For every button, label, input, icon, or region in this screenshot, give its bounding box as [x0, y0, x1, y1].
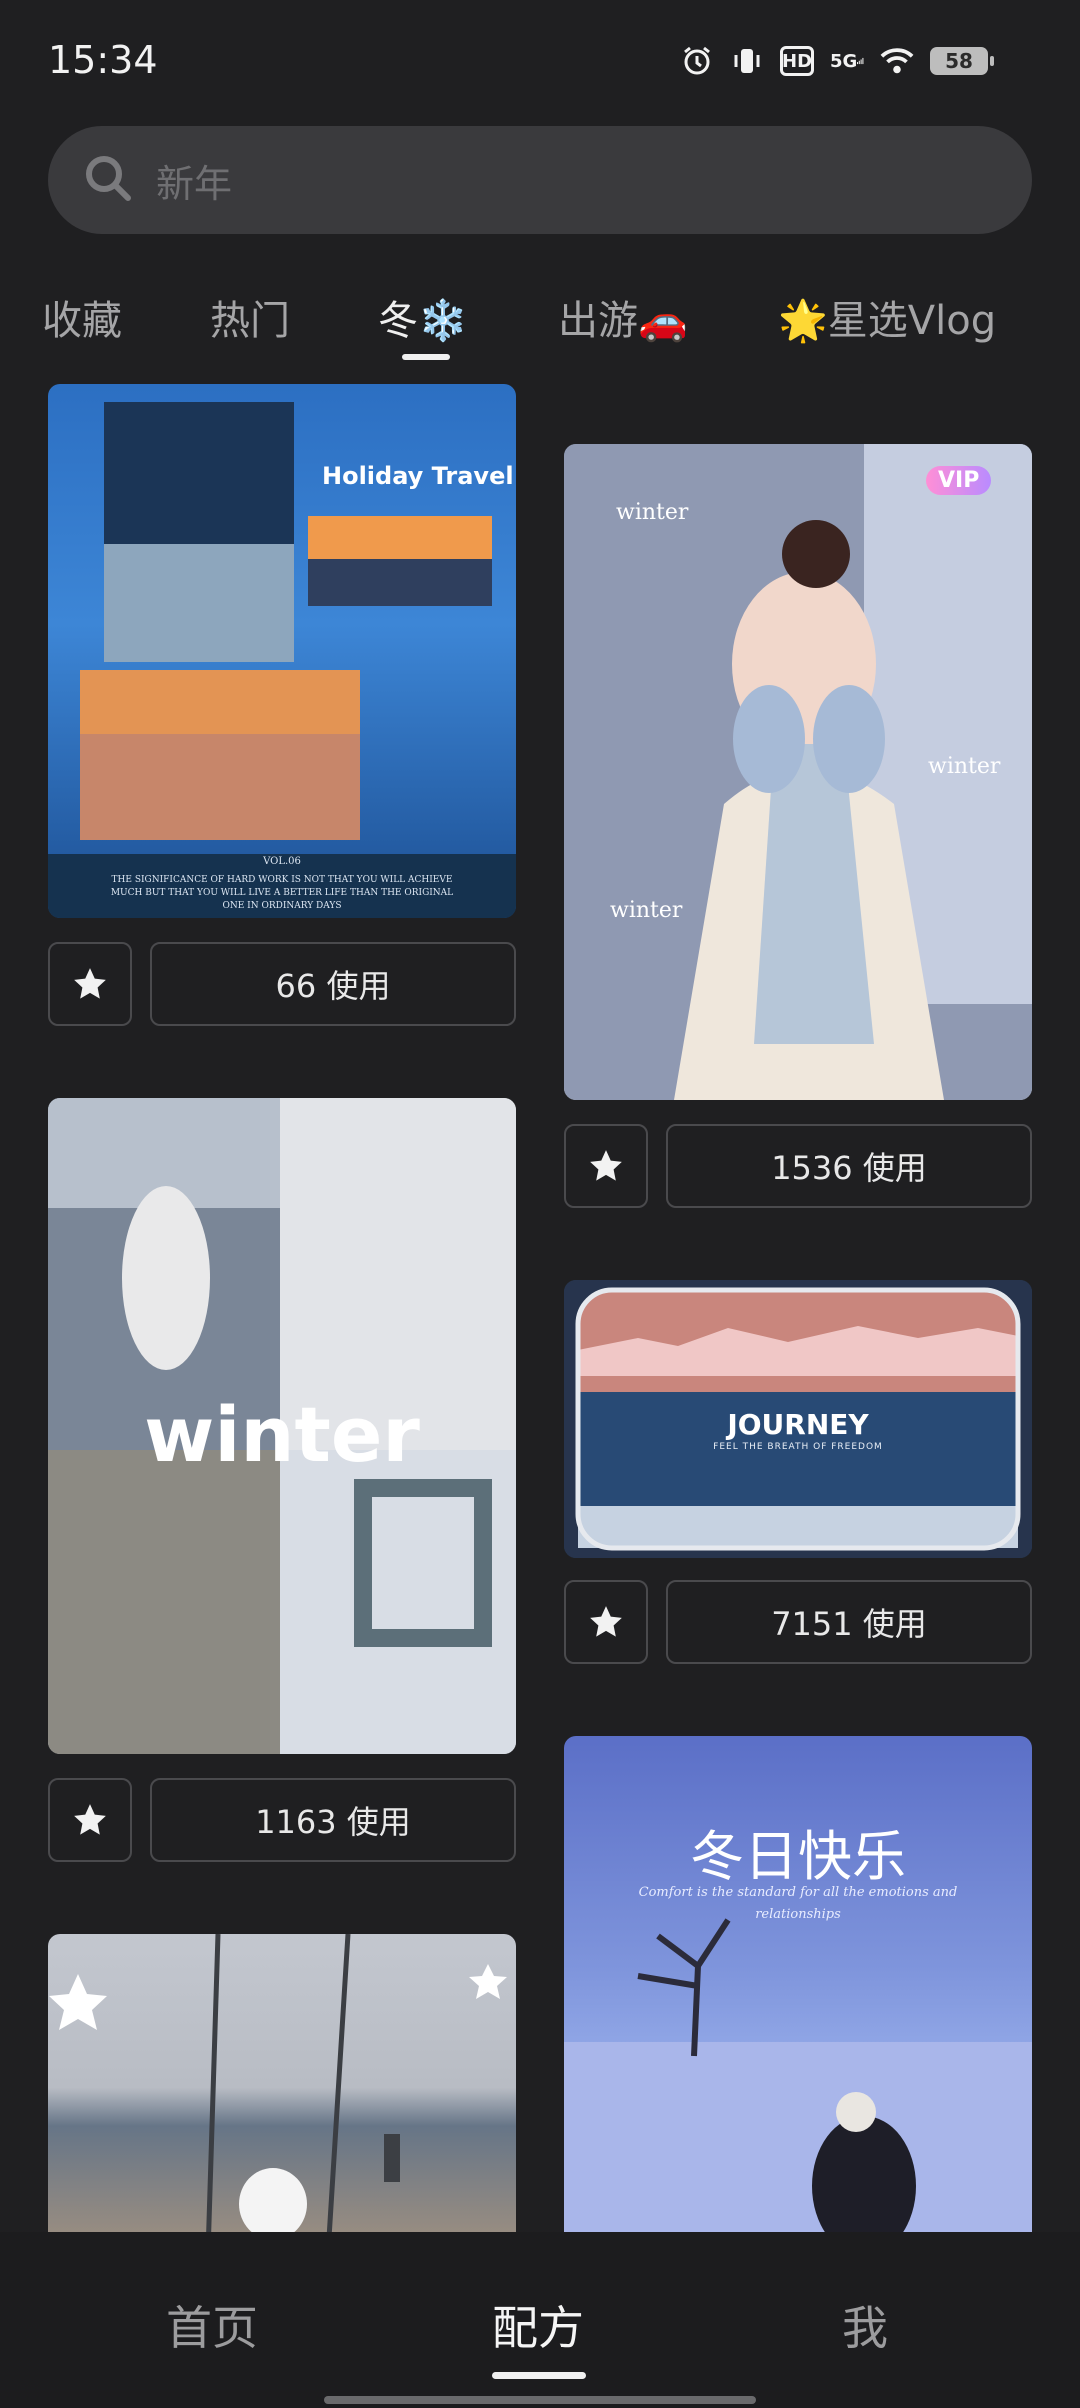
tab-favorites[interactable]: 收藏 — [42, 288, 122, 346]
status-icons: HD 5G 58 — [680, 44, 994, 78]
star-icon — [74, 968, 106, 999]
holiday-travel-overlay-quote: THE SIGNIFICANCE OF HARD WORK IS NOT THA… — [110, 875, 454, 911]
search-icon — [82, 152, 134, 208]
star-icon — [590, 1150, 622, 1181]
winter-collage-title: winter — [144, 1390, 420, 1479]
nav-home[interactable]: 首页 — [166, 2292, 258, 2358]
tab-featured-vlog[interactable]: 🌟星选Vlog — [778, 288, 996, 346]
active-tab-indicator — [402, 354, 450, 360]
star-icon — [590, 1606, 622, 1637]
journey-overlay-title: JOURNEY — [727, 1408, 869, 1441]
winter-joy-subtitle: Comfort is the standard for all the emot… — [638, 1885, 958, 1922]
template-feed: Holiday Travel VOL.06 THE SIGNIFICANCE O… — [0, 370, 1080, 2232]
template-card-winter-collage[interactable]: winter — [48, 1098, 516, 1754]
journey-overlay-subtitle: FEEL THE BREATH OF FREEDOM — [713, 1442, 883, 1452]
winter-joy-thumbnail — [564, 1918, 1032, 2232]
winter-overlay-text: winter — [928, 754, 1001, 779]
search-bar[interactable]: 新年 — [48, 126, 1032, 234]
favorite-button[interactable] — [564, 1124, 648, 1208]
home-indicator[interactable] — [324, 2396, 756, 2404]
hd-icon: HD — [780, 46, 814, 76]
use-template-button[interactable]: 66 使用 — [150, 942, 516, 1026]
winter-overlay-text: winter — [616, 500, 689, 525]
template-card-journey[interactable]: JOURNEY FEEL THE BREATH OF FREEDOM — [564, 1280, 1032, 1558]
use-template-button[interactable]: 7151 使用 — [666, 1580, 1032, 1664]
tab-popular[interactable]: 热门 — [210, 288, 290, 346]
holiday-travel-overlay-title: Holiday Travel — [322, 462, 514, 490]
template-card-winter-vip[interactable]: VIP winter winter winter — [564, 444, 1032, 1100]
favorite-button[interactable] — [48, 942, 132, 1026]
nav-me[interactable]: 我 — [842, 2292, 888, 2358]
category-tabs: 收藏 热门 冬❄️ 出游🚗 🌟星选Vlog — [0, 270, 1080, 366]
template-card-holiday-travel[interactable]: Holiday Travel VOL.06 THE SIGNIFICANCE O… — [48, 384, 516, 918]
status-bar: 15:34 HD 5G 58 — [0, 0, 1080, 120]
use-template-button[interactable]: 1163 使用 — [150, 1778, 516, 1862]
bottom-navigation: 首页 配方 我 — [0, 2232, 1080, 2408]
active-nav-indicator — [492, 2372, 586, 2379]
winter-joy-title: 冬日快乐 — [690, 1825, 906, 1888]
search-input[interactable]: 新年 — [156, 153, 232, 208]
beach-thumbnail — [49, 1934, 507, 2232]
signal-5g-icon: 5G — [830, 44, 864, 78]
vip-badge: VIP — [926, 466, 992, 495]
star-icon — [74, 1804, 106, 1835]
template-card-beach[interactable] — [48, 1934, 516, 2232]
wifi-icon — [880, 44, 914, 78]
winter-overlay-text: winter — [610, 898, 683, 923]
tab-outing[interactable]: 出游🚗 — [558, 288, 688, 346]
battery-indicator: 58 — [930, 47, 994, 75]
alarm-icon — [680, 44, 714, 78]
use-template-button[interactable]: 1536 使用 — [666, 1124, 1032, 1208]
network-label: 5G — [830, 50, 858, 72]
vibrate-icon — [730, 44, 764, 78]
favorite-button[interactable] — [564, 1580, 648, 1664]
nav-recipes[interactable]: 配方 — [492, 2292, 584, 2358]
template-card-winter-joy[interactable]: 冬日快乐 Comfort is the standard for all the… — [564, 1736, 1032, 2232]
holiday-travel-overlay-vol: VOL.06 — [263, 856, 301, 867]
favorite-button[interactable] — [48, 1778, 132, 1862]
status-time: 15:34 — [48, 38, 158, 82]
tab-winter[interactable]: 冬❄️ — [378, 288, 468, 346]
